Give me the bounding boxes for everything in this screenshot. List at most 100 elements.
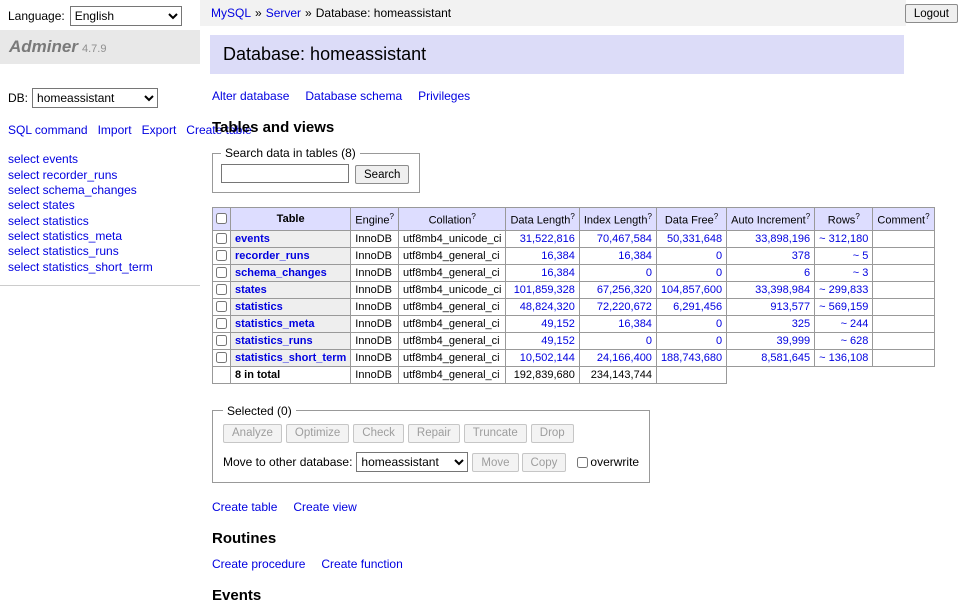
row-checkbox-statistics-short-term[interactable] [216,352,227,363]
data-length-cell: 48,824,320 [506,298,579,315]
data-free-link[interactable]: 188,743,680 [661,352,722,364]
checkbox-cell [213,298,231,315]
rows-count-link[interactable]: ~ 5 [853,250,869,262]
sidebar-item-select-statistics-short-term[interactable]: select statistics_short_term [8,260,200,275]
table-link-statistics-runs[interactable]: statistics_runs [235,335,313,347]
db-select[interactable]: homeassistant [32,88,158,108]
help-icon[interactable]: ? [806,212,810,221]
link-create-function[interactable]: Create function [321,557,402,571]
sidebar-item-select-statistics[interactable]: select statistics [8,214,200,229]
search-button[interactable]: Search [355,165,409,184]
auto-increment-link[interactable]: 325 [792,318,810,330]
breadcrumb-link-server[interactable]: Server [266,6,301,20]
sidebar-item-select-events[interactable]: select events [8,152,200,167]
data-length-link[interactable]: 16,384 [541,250,575,262]
rows-count-link[interactable]: ~ 244 [841,318,869,330]
auto-increment-link[interactable]: 378 [792,250,810,262]
help-icon[interactable]: ? [390,212,394,221]
help-icon[interactable]: ? [855,212,859,221]
help-icon[interactable]: ? [714,212,718,221]
data-free-link[interactable]: 6,291,456 [673,301,722,313]
data-free-link[interactable]: 0 [716,250,722,262]
row-checkbox-statistics-meta[interactable] [216,318,227,329]
index-length-link[interactable]: 0 [646,267,652,279]
data-length-link[interactable]: 10,502,144 [520,352,575,364]
breadcrumb-link-mysql[interactable]: MySQL [211,6,251,20]
data-free-link[interactable]: 0 [716,318,722,330]
link-create-view[interactable]: Create view [293,500,356,514]
auto-increment-link[interactable]: 913,577 [770,301,810,313]
language-select[interactable]: English [70,6,182,26]
link-create-procedure[interactable]: Create procedure [212,557,305,571]
index-length-link[interactable]: 16,384 [618,250,652,262]
row-checkbox-statistics[interactable] [216,301,227,312]
table-link-schema-changes[interactable]: schema_changes [235,267,327,279]
index-length-link[interactable]: 16,384 [618,318,652,330]
link-privileges[interactable]: Privileges [418,89,470,103]
search-input[interactable] [221,164,349,183]
rows-count-link[interactable]: ~ 628 [841,335,869,347]
auto-increment-cell: 33,898,196 [727,230,815,247]
link-database-schema[interactable]: Database schema [305,89,402,103]
auto-increment-link[interactable]: 6 [804,267,810,279]
sidebar-item-select-statistics-runs[interactable]: select statistics_runs [8,244,200,259]
data-length-link[interactable]: 48,824,320 [520,301,575,313]
table-link-events[interactable]: events [235,233,270,245]
table-link-states[interactable]: states [235,284,267,296]
rows-count-link[interactable]: ~ 299,833 [819,284,868,296]
sidebar-item-select-recorder-runs[interactable]: select recorder_runs [8,168,200,183]
data-free-link[interactable]: 0 [716,335,722,347]
data-free-link[interactable]: 104,857,600 [661,284,722,296]
select-all-checkbox[interactable] [216,213,227,224]
column-header-auto-increment: Auto Increment? [727,208,815,231]
data-length-link[interactable]: 101,859,328 [514,284,575,296]
index-length-link[interactable]: 24,166,400 [597,352,652,364]
search-fieldset: Search data in tables (8) Search [212,146,420,193]
rows-count-link[interactable]: ~ 136,108 [819,352,868,364]
index-length-link[interactable]: 67,256,320 [597,284,652,296]
auto-increment-link[interactable]: 33,398,984 [755,284,810,296]
data-length-link[interactable]: 49,152 [541,335,575,347]
data-free-link[interactable]: 0 [716,267,722,279]
help-icon[interactable]: ? [471,212,475,221]
help-icon[interactable]: ? [647,212,651,221]
row-checkbox-schema-changes[interactable] [216,267,227,278]
row-checkbox-recorder-runs[interactable] [216,250,227,261]
table-link-statistics-short-term[interactable]: statistics_short_term [235,352,346,364]
sidebar-link-import[interactable]: Import [98,123,132,137]
sidebar-link-export[interactable]: Export [142,123,177,137]
overwrite-checkbox[interactable] [577,457,588,468]
sidebar-item-select-states[interactable]: select states [8,198,200,213]
sidebar-item-select-schema-changes[interactable]: select schema_changes [8,183,200,198]
link-alter-database[interactable]: Alter database [212,89,289,103]
sidebar-item-select-statistics-meta[interactable]: select statistics_meta [8,229,200,244]
data-length-link[interactable]: 31,522,816 [520,233,575,245]
sidebar-link-sql-command[interactable]: SQL command [8,123,88,137]
index-length-link[interactable]: 70,467,584 [597,233,652,245]
move-db-select[interactable]: homeassistant [356,452,468,472]
rows-count-link[interactable]: ~ 569,159 [819,301,868,313]
link-create-table[interactable]: Create table [212,500,277,514]
data-length-link[interactable]: 16,384 [541,267,575,279]
row-checkbox-states[interactable] [216,284,227,295]
table-link-statistics-meta[interactable]: statistics_meta [235,318,315,330]
adminer-logo-link[interactable]: Adminer [9,37,78,56]
rows-count-link[interactable]: ~ 3 [853,267,869,279]
overwrite-label: overwrite [590,455,639,469]
data-length-link[interactable]: 49,152 [541,318,575,330]
table-link-recorder-runs[interactable]: recorder_runs [235,250,310,262]
index-length-link[interactable]: 0 [646,335,652,347]
auto-increment-link[interactable]: 39,999 [777,335,811,347]
auto-increment-link[interactable]: 8,581,645 [761,352,810,364]
rows-count-link[interactable]: ~ 312,180 [819,233,868,245]
logout-button[interactable]: Logout [905,4,958,23]
table-link-statistics[interactable]: statistics [235,301,283,313]
row-checkbox-events[interactable] [216,233,227,244]
row-checkbox-statistics-runs[interactable] [216,335,227,346]
data-free-link[interactable]: 50,331,648 [667,233,722,245]
auto-increment-link[interactable]: 33,898,196 [755,233,810,245]
index-length-link[interactable]: 72,220,672 [597,301,652,313]
help-icon[interactable]: ? [570,212,574,221]
index-length-cell: 72,220,672 [579,298,656,315]
help-icon[interactable]: ? [925,212,929,221]
